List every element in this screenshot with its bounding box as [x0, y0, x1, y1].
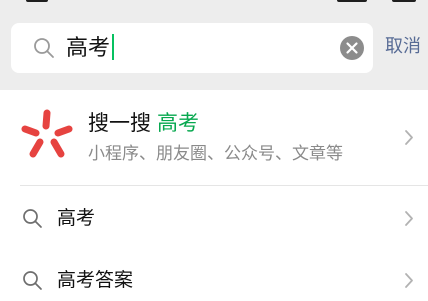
suggestion-label: 高考: [57, 207, 96, 229]
battery-icon: [392, 0, 416, 2]
search-query-text[interactable]: 高考: [66, 34, 115, 62]
sou-yi-sou-label: 搜一搜: [88, 111, 151, 135]
sou-yi-sou-keyword: 高考: [157, 111, 199, 135]
search-page: 高考 取消 搜一搜 高考 小程序、朋友圈、公众号、文章等 高考 高考答案: [0, 0, 428, 301]
suggestion-item[interactable]: 高考: [0, 188, 428, 248]
search-icon: [23, 271, 42, 290]
suggestion-item[interactable]: 高考答案: [0, 250, 428, 301]
chevron-right-icon: [405, 211, 413, 226]
sou-yi-sou-title: 搜一搜 高考: [88, 109, 199, 137]
search-query-value: 高考: [66, 36, 111, 61]
search-results: 搜一搜 高考 小程序、朋友圈、公众号、文章等 高考 高考答案: [0, 90, 428, 301]
cancel-button[interactable]: 取消: [385, 34, 421, 60]
search-icon: [34, 38, 54, 58]
text-caret: [112, 34, 115, 60]
time-glyph: [26, 0, 48, 2]
divider: [20, 185, 428, 186]
search-input[interactable]: 高考: [11, 23, 373, 73]
chevron-right-icon: [405, 130, 413, 145]
chevron-right-icon: [405, 273, 413, 288]
sou-yi-sou-subtitle: 小程序、朋友圈、公众号、文章等: [88, 144, 343, 164]
signal-icon: [337, 0, 367, 2]
sou-yi-sou-row[interactable]: 搜一搜 高考 小程序、朋友圈、公众号、文章等: [0, 90, 428, 185]
sou-yi-sou-logo-icon: [21, 109, 73, 158]
suggestion-label: 高考答案: [57, 269, 134, 291]
search-icon: [23, 209, 42, 228]
clear-icon[interactable]: [340, 36, 364, 60]
status-bar: [0, 0, 428, 4]
